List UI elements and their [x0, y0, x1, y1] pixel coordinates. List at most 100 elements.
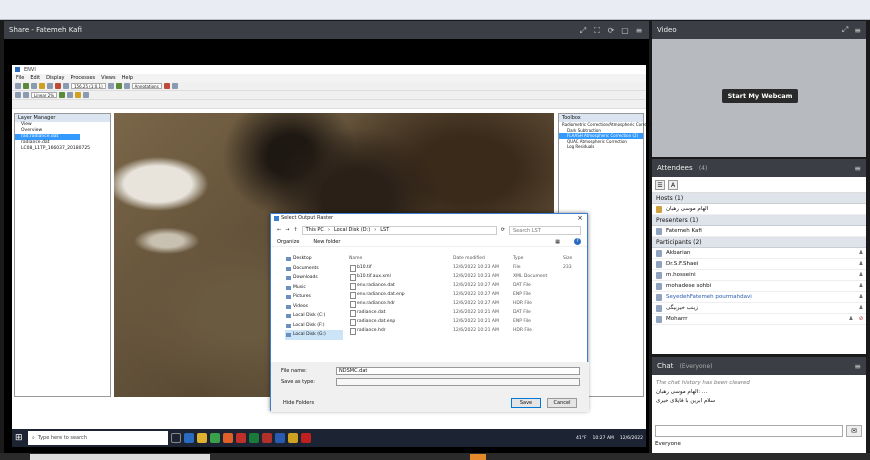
explorer-icon[interactable]	[197, 433, 207, 443]
attendee-row[interactable]: زینب خیربیگی ♟	[652, 303, 866, 314]
forward-icon[interactable]: →	[285, 227, 289, 233]
file-row[interactable]: env.radiance.hdr 12/6/2022 10:27 AM HDR Fi…	[349, 299, 585, 308]
fullscreen-icon[interactable]: ▢	[620, 26, 630, 35]
polygon-icon[interactable]	[171, 83, 178, 89]
nav-disk-c[interactable]: Local Disk (C:)	[285, 311, 343, 321]
nav-desktop[interactable]: Desktop	[285, 254, 343, 264]
attendee-row[interactable]: SeyedehFatemeh pourmahdavi ♟	[652, 292, 866, 303]
file-name-input[interactable]: NDSMC.dat	[336, 367, 580, 375]
pan-icon[interactable]	[39, 83, 45, 89]
col-size[interactable]: Size	[563, 254, 585, 263]
histogram-icon[interactable]	[75, 92, 82, 98]
attendees-menu-icon[interactable]: ≡	[854, 164, 861, 173]
attendee-row[interactable]: Fatemeh Kafi	[652, 226, 866, 237]
save-button[interactable]: Save	[511, 398, 541, 408]
menu-file[interactable]: File	[16, 75, 24, 81]
breadcrumb-this-pc[interactable]: This PC	[306, 227, 324, 233]
save-type-select[interactable]	[336, 378, 580, 386]
refresh-icon[interactable]: ⟳	[501, 227, 505, 233]
menu-edit[interactable]: Edit	[30, 75, 40, 81]
list-view-icon[interactable]: ☰	[655, 179, 665, 190]
menu-views[interactable]: Views	[101, 75, 115, 81]
breadcrumb[interactable]: This PC › Local Disk (D:) › LST	[301, 225, 497, 235]
view-icon[interactable]: ▦	[555, 239, 560, 245]
sort-icon[interactable]: A	[668, 179, 678, 190]
crosshair-icon[interactable]	[107, 83, 114, 89]
menu-icon[interactable]: ≡	[634, 26, 644, 35]
qgis-icon[interactable]	[288, 433, 298, 443]
file-row[interactable]: b10.tif 12/6/2022 10:23 AM File 233	[349, 263, 585, 272]
file-row[interactable]: radiance.dat.enp 12/6/2022 10:21 AM ENP Fi…	[349, 317, 585, 326]
search-input[interactable]: Search LST	[509, 225, 581, 235]
menu-help[interactable]: Help	[122, 75, 133, 81]
breadcrumb-lst[interactable]: LST	[380, 227, 389, 233]
file-row[interactable]: radiance.hdr 12/6/2022 10:21 AM HDR File	[349, 326, 585, 335]
attendee-row[interactable]: الهام موسی رهبان	[652, 204, 866, 215]
toolbox-item-flaash[interactable]: FLAASH Atmospheric Correction (2)	[559, 133, 643, 139]
sharpen-icon[interactable]	[59, 92, 66, 98]
acrobat-icon[interactable]	[301, 433, 311, 443]
expand-icon[interactable]: ⛶	[592, 26, 602, 35]
taskbar-search[interactable]: ⌕ Type here to search	[28, 431, 168, 445]
up-icon[interactable]: ↑	[293, 227, 297, 233]
col-date[interactable]: Date modified	[453, 254, 513, 263]
file-row[interactable]: env.radiance.dat.enp 12/6/2022 10:27 AM EN…	[349, 290, 585, 299]
attendee-row[interactable]: Moharrr ♟ ⊘	[652, 314, 866, 325]
back-icon[interactable]: ←	[277, 227, 281, 233]
text-icon[interactable]	[163, 83, 170, 89]
participants-group[interactable]: Participants (2)	[652, 237, 866, 248]
clock-time[interactable]: 10:27 AM	[593, 436, 614, 441]
powerpoint-icon[interactable]	[262, 433, 272, 443]
stretch-dropdown[interactable]: Linear 2%	[31, 92, 58, 98]
brightness-icon[interactable]	[15, 92, 21, 98]
open-icon[interactable]	[15, 83, 21, 89]
nav-pictures[interactable]: Pictures	[285, 292, 343, 302]
attendee-row[interactable]: Akbarian ♟	[652, 248, 866, 259]
excel-icon[interactable]	[249, 433, 259, 443]
nav-documents[interactable]: Documents	[285, 264, 343, 274]
file-row[interactable]: b10.tif.aux.xml 12/6/2022 10:23 AM XML Doc…	[349, 272, 585, 281]
help-icon[interactable]: ?	[574, 238, 581, 245]
word-icon[interactable]	[275, 433, 285, 443]
video-layout-icon[interactable]: ⤢	[842, 25, 848, 35]
fit-icon[interactable]: ⤢	[578, 26, 588, 35]
vector-icon[interactable]	[123, 83, 130, 89]
layer-lc08[interactable]: LC08_L1TP_166037_20180725	[15, 146, 110, 152]
col-type[interactable]: Type	[513, 254, 563, 263]
attendee-row[interactable]: Dr.S.F.Shaei ♟	[652, 259, 866, 270]
nav-music[interactable]: Music	[285, 283, 343, 293]
chat-input[interactable]	[655, 425, 843, 437]
video-menu-icon[interactable]: ≡	[854, 26, 861, 35]
clock-date[interactable]: 12/6/2022	[620, 436, 643, 441]
nav-downloads[interactable]: Downloads	[285, 273, 343, 283]
chat-recipient[interactable]: Everyone	[655, 441, 681, 447]
transparency-icon[interactable]	[67, 92, 74, 98]
save-icon[interactable]	[23, 83, 29, 89]
attendee-row[interactable]: mohadese sohbi ♟	[652, 281, 866, 292]
menu-processes[interactable]: Processes	[71, 75, 96, 81]
opera-icon[interactable]	[236, 433, 246, 443]
windows-start-icon[interactable]: ⊞	[15, 433, 25, 443]
reset-icon[interactable]	[83, 92, 90, 98]
task-view-icon[interactable]	[171, 433, 181, 443]
zoom-icon[interactable]	[55, 83, 61, 89]
annotations-dropdown[interactable]: Annotations	[131, 83, 162, 89]
file-row[interactable]: radiance.dat 12/6/2022 10:21 AM DAT File	[349, 308, 585, 317]
edge-icon[interactable]	[184, 433, 194, 443]
organize-button[interactable]: Organize	[277, 239, 299, 245]
file-row[interactable]: env.radiance.dat 12/6/2022 10:27 AM DAT Fi…	[349, 281, 585, 290]
chrome-icon[interactable]	[210, 433, 220, 443]
weather-text[interactable]: 41°F	[576, 436, 587, 441]
breadcrumb-disk[interactable]: Local Disk (D:)	[334, 227, 370, 233]
hosts-group[interactable]: Hosts (1)	[652, 193, 866, 204]
send-icon[interactable]: ✉	[846, 425, 862, 437]
nav-disk-g[interactable]: Local Disk (G:)	[285, 330, 343, 340]
start-webcam-button[interactable]: Start My Webcam	[722, 89, 798, 103]
sync-icon[interactable]: ⟳	[606, 26, 616, 35]
select-icon[interactable]	[47, 83, 53, 89]
firefox-icon[interactable]	[223, 433, 233, 443]
nav-videos[interactable]: Videos	[285, 302, 343, 312]
cursor-icon[interactable]	[115, 83, 122, 89]
nav-disk-f[interactable]: Local Disk (F:)	[285, 321, 343, 331]
chat-menu-icon[interactable]: ≡	[854, 362, 861, 371]
